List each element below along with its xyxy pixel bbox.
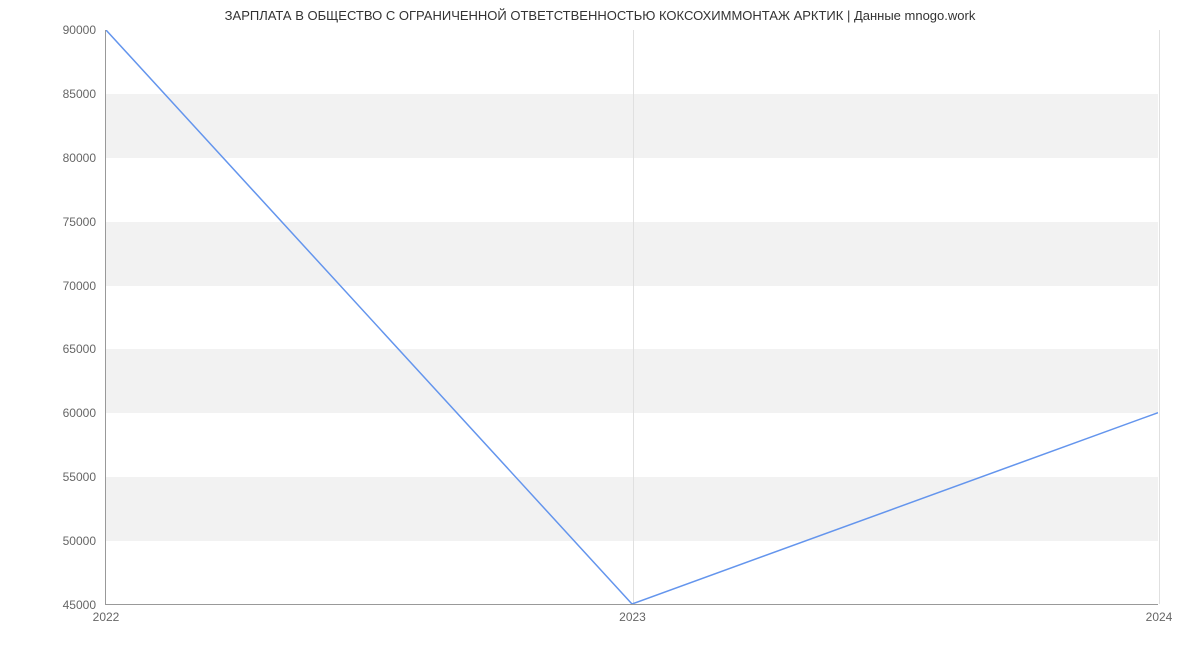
y-tick-label: 90000 xyxy=(63,23,106,37)
y-tick-label: 55000 xyxy=(63,470,106,484)
x-tick-label: 2024 xyxy=(1146,604,1173,624)
chart-title: ЗАРПЛАТА В ОБЩЕСТВО С ОГРАНИЧЕННОЙ ОТВЕТ… xyxy=(0,8,1200,23)
y-tick-label: 85000 xyxy=(63,87,106,101)
line-series xyxy=(106,30,1158,604)
chart-container: ЗАРПЛАТА В ОБЩЕСТВО С ОГРАНИЧЕННОЙ ОТВЕТ… xyxy=(0,0,1200,650)
data-line xyxy=(106,30,1158,604)
x-tick-label: 2023 xyxy=(619,604,646,624)
y-tick-label: 65000 xyxy=(63,342,106,356)
x-gridline xyxy=(1159,30,1160,604)
plot-area: 4500050000550006000065000700007500080000… xyxy=(105,30,1158,605)
y-tick-label: 60000 xyxy=(63,406,106,420)
y-tick-label: 70000 xyxy=(63,279,106,293)
y-tick-label: 75000 xyxy=(63,215,106,229)
x-tick-label: 2022 xyxy=(93,604,120,624)
y-tick-label: 50000 xyxy=(63,534,106,548)
y-tick-label: 80000 xyxy=(63,151,106,165)
